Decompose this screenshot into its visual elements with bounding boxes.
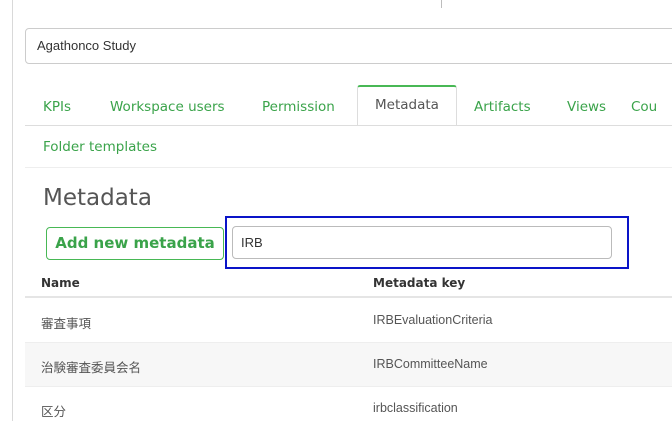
tab-permission[interactable]: Permission bbox=[262, 94, 335, 120]
row-name: 審査事項 bbox=[41, 317, 92, 331]
page-title: Metadata bbox=[43, 185, 152, 211]
tab-cou[interactable]: Cou bbox=[631, 94, 657, 120]
row-metadata-key: IRBCommitteeName bbox=[373, 357, 488, 371]
column-header-name[interactable]: Name bbox=[41, 276, 80, 290]
tab-kpis[interactable]: KPIs bbox=[43, 94, 71, 120]
top-divider-mark bbox=[441, 0, 442, 8]
tab-folder-templates[interactable]: Folder templates bbox=[43, 134, 157, 160]
tab-artifacts[interactable]: Artifacts bbox=[474, 94, 531, 120]
search-highlight-box bbox=[225, 216, 629, 269]
table-row[interactable]: 治験審査委員会名 IRBCommitteeName bbox=[25, 343, 672, 387]
tabs-underline bbox=[25, 125, 672, 126]
tab-views[interactable]: Views bbox=[567, 94, 606, 120]
metadata-settings-page: Agathonco Study KPIs Workspace users Per… bbox=[0, 0, 672, 421]
row-name: 区分 bbox=[41, 405, 67, 419]
tab-workspace-users[interactable]: Workspace users bbox=[110, 94, 225, 120]
row-metadata-key: IRBEvaluationCriteria bbox=[373, 313, 493, 327]
row-name: 治験審査委員会名 bbox=[41, 361, 142, 375]
column-header-metadata-key[interactable]: Metadata key bbox=[373, 276, 465, 290]
row-metadata-key: irbclassification bbox=[373, 401, 458, 415]
panel-left-border bbox=[12, 0, 13, 421]
tabs-row2-underline bbox=[25, 167, 672, 168]
tab-metadata[interactable]: Metadata bbox=[357, 85, 457, 126]
add-new-metadata-button[interactable]: Add new metadata bbox=[46, 227, 224, 260]
table-row[interactable]: 審査事項 IRBEvaluationCriteria bbox=[25, 299, 672, 343]
table-header: Name Metadata key bbox=[25, 270, 672, 298]
study-name-field[interactable]: Agathonco Study bbox=[25, 28, 672, 64]
table-row[interactable]: 区分 irbclassification bbox=[25, 387, 672, 421]
